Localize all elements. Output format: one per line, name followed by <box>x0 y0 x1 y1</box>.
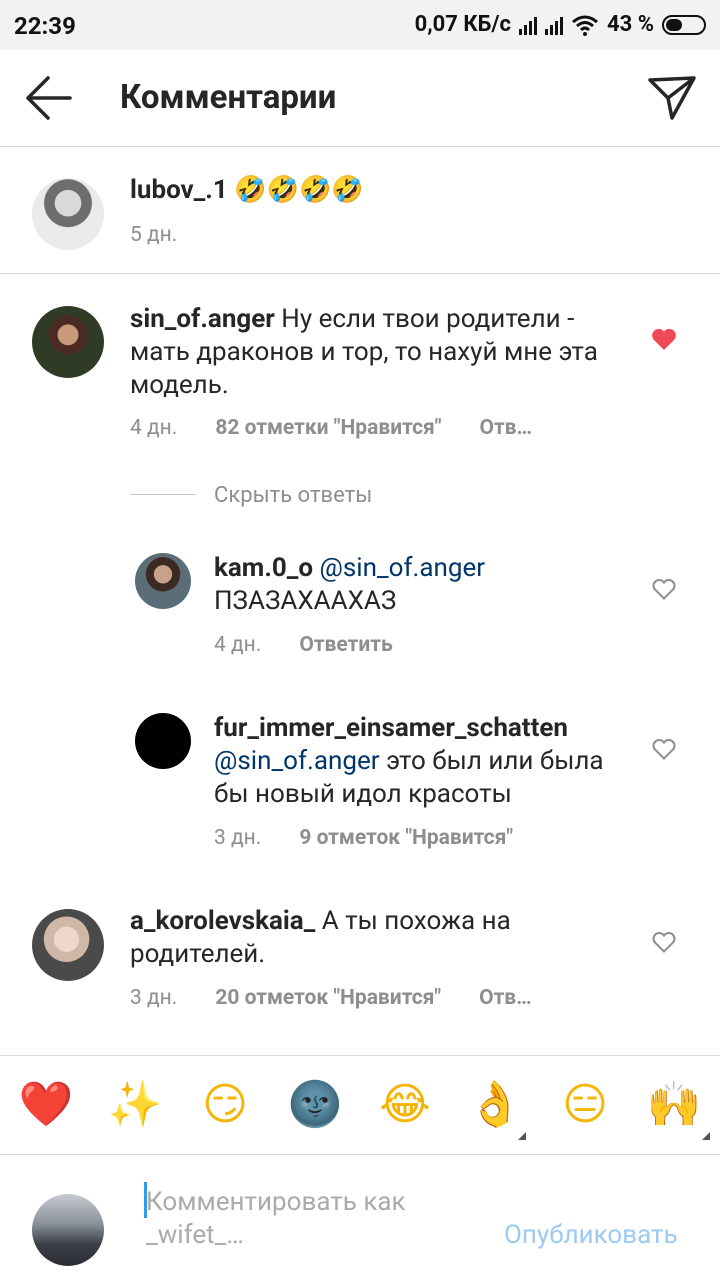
page-title: Комментарии <box>120 78 337 117</box>
publish-button[interactable]: Опубликовать <box>504 1220 678 1250</box>
comment-meta: 3 дн. 20 отметок "Нравится" Отв… <box>130 986 532 1010</box>
arrow-left-icon[interactable] <box>22 74 74 122</box>
reply-text: fur_immer_einsamer_schatten @sin_of.ange… <box>214 712 634 811</box>
comment-username[interactable]: sin_of.anger <box>130 304 275 334</box>
comment-text: a_korolevskaia_ А ты похожа на родителей… <box>130 905 610 971</box>
reply-meta: 4 дн. Ответить <box>214 633 393 657</box>
sparkles-emoji-button[interactable]: ✨ <box>103 1078 167 1132</box>
comment-text: sin_of.anger Ну если твои родители - мат… <box>130 303 610 402</box>
network-speed: 0,07 КБ/с <box>414 12 512 37</box>
reply-username[interactable]: kam.0_o <box>214 553 313 583</box>
comment-username[interactable]: a_korolevskaia_ <box>130 906 315 936</box>
avatar[interactable] <box>32 178 104 250</box>
reply-time: 3 дн. <box>214 826 262 850</box>
heart-outline-icon[interactable] <box>651 577 677 601</box>
reply-meta: 3 дн. 9 отметок "Нравится" <box>214 826 513 850</box>
paper-plane-icon[interactable] <box>644 70 700 126</box>
raised-hands-emoji-button[interactable]: 🙌 <box>642 1078 706 1132</box>
reply-username[interactable]: fur_immer_einsamer_schatten <box>214 713 568 743</box>
avatar[interactable] <box>135 713 191 769</box>
likes-count[interactable]: 9 отметок "Нравится" <box>299 826 513 850</box>
caption-text: lubov_.1 🤣🤣🤣🤣 <box>130 174 650 207</box>
top-bar: Комментарии <box>0 50 720 147</box>
avatar[interactable] <box>32 306 104 378</box>
more-variants-indicator <box>518 1132 526 1140</box>
likes-count[interactable]: 20 отметок "Нравится" <box>215 986 441 1010</box>
reply-body: ПЗАЗАХААХАЗ <box>214 586 397 616</box>
divider <box>130 494 196 495</box>
avatar[interactable] <box>32 909 104 981</box>
emoji-bar: ❤️ ✨ 😏 🌚 😂 👌 😑 🙌 <box>0 1055 720 1155</box>
status-time: 22:39 <box>14 12 76 40</box>
heart-outline-icon[interactable] <box>651 930 677 954</box>
caption-time: 5 дн. <box>130 223 178 247</box>
heart-outline-icon[interactable] <box>651 737 677 761</box>
comment-input[interactable]: Комментировать как _wifet_… <box>146 1186 466 1252</box>
ok-hand-emoji-button[interactable]: 👌 <box>463 1078 527 1132</box>
laughing-emoji-button[interactable]: 😂 <box>373 1078 437 1132</box>
comment-time: 4 дн. <box>130 416 178 440</box>
smirk-emoji-button[interactable]: 😏 <box>193 1078 257 1132</box>
hide-replies-button[interactable]: Скрыть ответы <box>214 483 372 508</box>
expressionless-emoji-button[interactable]: 😑 <box>553 1078 617 1132</box>
signal-icon <box>545 15 564 35</box>
signal-icon <box>519 15 538 35</box>
status-right: 0,07 КБ/с 43 % <box>415 12 706 37</box>
heart-filled-icon[interactable] <box>651 327 677 351</box>
heart-emoji-button[interactable]: ❤️ <box>14 1078 78 1132</box>
more-variants-indicator <box>702 1132 710 1140</box>
reply-button[interactable]: Ответить <box>299 633 392 657</box>
caption-username[interactable]: lubov_.1 <box>130 175 228 205</box>
divider <box>0 273 720 274</box>
avatar[interactable] <box>135 553 191 609</box>
mention-link[interactable]: @sin_of.anger <box>214 746 380 776</box>
battery-percent: 43 % <box>607 12 654 37</box>
reply-button[interactable]: Отв… <box>479 416 532 440</box>
battery-icon <box>662 14 706 35</box>
status-bar: 22:39 0,07 КБ/с 43 % <box>0 0 720 50</box>
likes-count[interactable]: 82 отметки "Нравится" <box>215 416 441 440</box>
moon-face-emoji-button[interactable]: 🌚 <box>283 1078 347 1132</box>
reply-text: kam.0_o @sin_of.anger ПЗАЗАХААХАЗ <box>214 552 634 618</box>
wifi-icon <box>572 15 598 36</box>
reply-time: 4 дн. <box>214 633 262 657</box>
comment-meta: 4 дн. 82 отметки "Нравится" Отв… <box>130 416 532 440</box>
caption-emojis: 🤣🤣🤣🤣 <box>234 175 364 205</box>
mention-link[interactable]: @sin_of.anger <box>319 553 485 583</box>
caption-meta: 5 дн. <box>130 223 177 247</box>
my-avatar <box>32 1194 104 1266</box>
reply-button[interactable]: Отв… <box>479 986 532 1010</box>
comment-time: 3 дн. <box>130 986 178 1010</box>
